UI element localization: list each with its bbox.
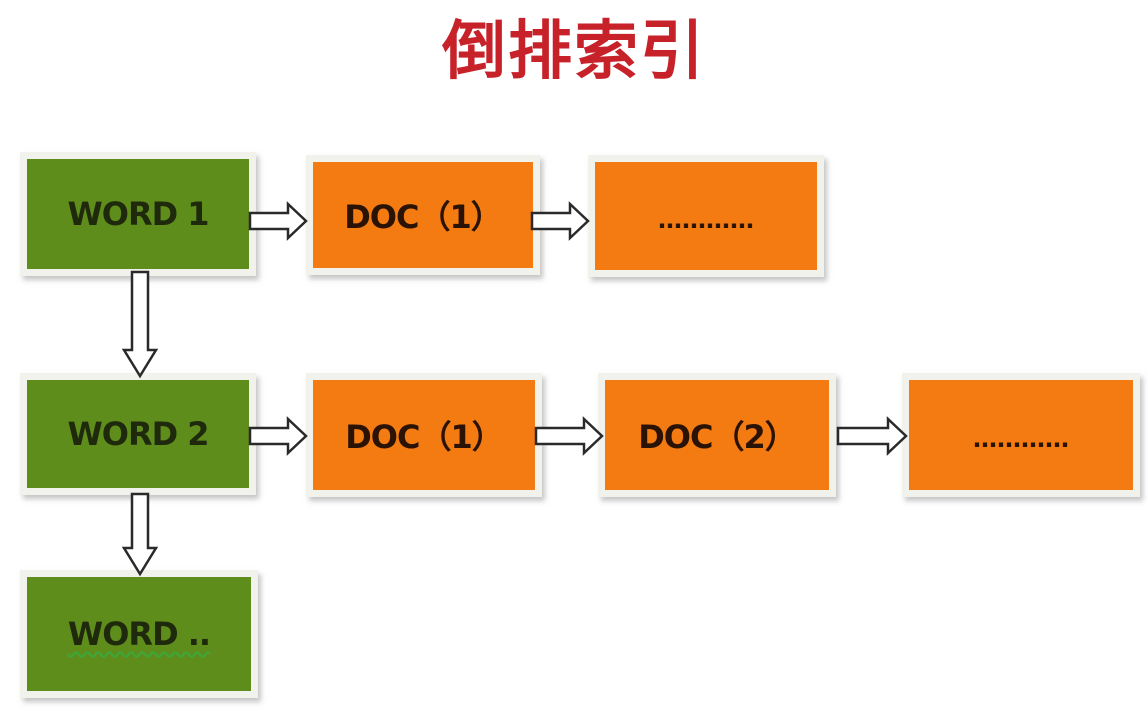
arrow-down-word1-word2 — [121, 270, 159, 379]
arrow-right-doc2-ellipsis2 — [836, 416, 908, 456]
arrow-right-doc1-ellipsis1 — [530, 201, 590, 241]
arrows-layer — [121, 201, 908, 577]
arrow-right-word1-doc1 — [248, 201, 308, 241]
arrow-down-word2-word3 — [121, 492, 159, 577]
arrow-right-doc1-doc2 — [534, 416, 604, 456]
arrow-right-word2-doc1 — [248, 416, 308, 456]
